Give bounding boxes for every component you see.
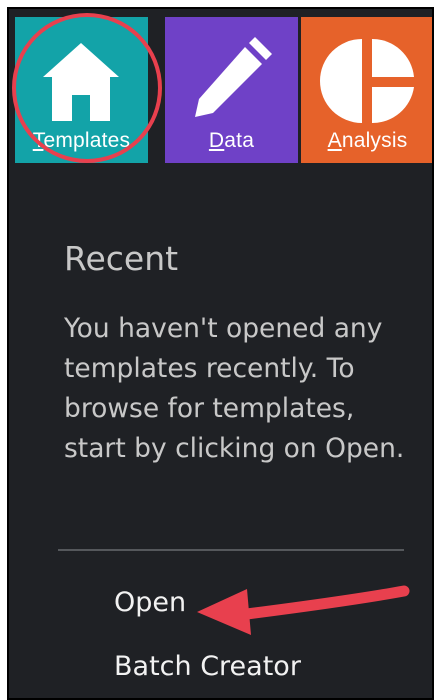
analysis-tile-label: Analysis	[327, 129, 408, 152]
analysis-tile-button[interactable]: Analysis	[301, 17, 432, 163]
annotation-arrow-icon	[197, 585, 410, 635]
templates-tile-button[interactable]: Templates	[15, 17, 148, 163]
data-tile-button[interactable]: Data	[165, 17, 298, 163]
recent-empty-message: You haven't opened any templates recentl…	[64, 313, 405, 464]
data-tile-label: Data	[208, 129, 255, 152]
batch-creator-menu-item[interactable]: Batch Creator	[114, 651, 301, 682]
app-panel: Templates Data Analysis Recent You haven…	[7, 7, 434, 700]
recent-heading: Recent	[64, 239, 179, 278]
divider	[58, 549, 404, 551]
templates-tile-label: Templates	[32, 129, 131, 152]
open-menu-item[interactable]: Open	[114, 587, 186, 618]
